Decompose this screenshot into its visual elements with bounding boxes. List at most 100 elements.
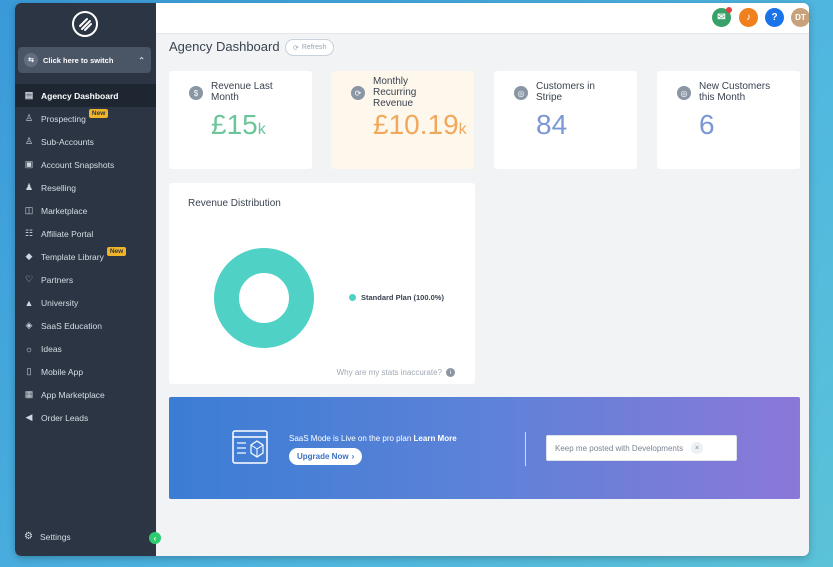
keep-posted-label: Keep me posted with Developments <box>555 443 684 453</box>
sidebar-item-prospecting[interactable]: ♙ Prospecting New <box>15 107 156 130</box>
close-icon[interactable]: × <box>691 442 704 454</box>
stat-number: £10.19 <box>373 109 459 140</box>
sidebar-item-saas-education[interactable]: ◈ SaaS Education <box>15 314 156 337</box>
sidebar-item-order-leads[interactable]: ◀ Order Leads <box>15 406 156 429</box>
notifications-button[interactable]: ♪ <box>739 8 758 27</box>
banner-message: SaaS Mode is Live on the pro plan Learn … <box>289 434 457 443</box>
users-icon: ☷ <box>24 228 34 238</box>
avatar[interactable]: DT <box>791 8 809 27</box>
user-icon: ♙ <box>24 136 34 146</box>
bell-icon: ♪ <box>746 12 751 23</box>
sidebar-item-reselling[interactable]: ♟ Reselling <box>15 176 156 199</box>
app-window: ⇆ Click here to switch ⌃ ▤ Agency Dashboa… <box>15 3 809 556</box>
stat-value: 6 <box>699 109 715 141</box>
sidebar-item-label: Order Leads <box>41 412 89 423</box>
help-button[interactable]: ? <box>765 8 784 27</box>
chart-legend: Standard Plan (100.0%) <box>349 293 444 302</box>
stat-card-mrr: ⟳ Monthly Recurring Revenue £10.19k <box>331 71 474 169</box>
stat-number: £15 <box>211 109 258 140</box>
stat-label: Customers in Stripe <box>536 81 595 103</box>
sidebar-item-ideas[interactable]: ☼ Ideas <box>15 337 156 360</box>
sidebar-item-university[interactable]: ▲ University <box>15 291 156 314</box>
megaphone-icon: ◀ <box>25 412 33 422</box>
sidebar-item-label: University <box>41 297 79 308</box>
saas-mode-banner: SaaS Mode is Live on the pro plan Learn … <box>169 397 800 499</box>
avatar-initials: DT <box>795 13 806 22</box>
sidebar-item-affiliate-portal[interactable]: ☷ Affiliate Portal <box>15 222 156 245</box>
grid-icon: ▦ <box>24 389 34 399</box>
sidebar-item-partners[interactable]: ♡ Partners <box>15 268 156 291</box>
sidebar-item-marketplace[interactable]: ◫ Marketplace <box>15 199 156 222</box>
logo[interactable] <box>72 11 98 37</box>
reselling-icon: ♟ <box>24 182 34 192</box>
sidebar-item-label: Reselling <box>41 182 76 193</box>
stat-number: 6 <box>699 109 715 140</box>
new-badge: New <box>106 247 127 256</box>
stat-unit: k <box>257 121 266 138</box>
info-icon: i <box>446 368 455 377</box>
bag-icon: ◫ <box>24 205 34 215</box>
settings-label: Settings <box>39 531 71 542</box>
legend-label: Standard Plan (100.0%) <box>361 293 444 302</box>
refresh-icon: ⟳ <box>293 44 299 52</box>
stat-unit: k <box>458 121 467 138</box>
stat-card-new-customers: ◎ New Customers this Month 6 <box>657 71 800 169</box>
graduation-cap-icon: ▲ <box>24 297 34 308</box>
keep-posted-button[interactable]: Keep me posted with Developments × <box>546 435 737 461</box>
gear-icon: ⚙ <box>24 531 33 542</box>
sidebar-item-label: Affiliate Portal <box>41 228 94 239</box>
sidebar-item-account-snapshots[interactable]: ▣ Account Snapshots <box>15 153 156 176</box>
new-badge: New <box>88 109 109 118</box>
chevron-updown-icon: ⌃ <box>138 55 145 65</box>
stat-card-revenue-last-month: $ Revenue Last Month £15k <box>169 71 312 169</box>
banner-divider <box>525 432 526 466</box>
sidebar-item-label: Mobile App <box>41 366 84 377</box>
switch-icon: ⇆ <box>24 53 38 67</box>
account-switcher[interactable]: ⇆ Click here to switch ⌃ <box>18 47 151 73</box>
stat-card-customers-stripe: ◎ Customers in Stripe 84 <box>494 71 637 169</box>
learn-more-link[interactable]: Learn More <box>414 434 457 443</box>
stats-link-label: Why are my stats inaccurate? <box>336 368 442 377</box>
stat-value: £10.19k <box>373 109 467 141</box>
dashboard-icon: ▤ <box>24 90 34 100</box>
recurring-icon: ⟳ <box>351 86 365 100</box>
stat-value: £15k <box>211 109 266 141</box>
sidebar-item-label: Ideas <box>41 343 62 354</box>
stat-label: Monthly Recurring Revenue <box>373 76 417 109</box>
chevron-left-icon: ‹ <box>153 533 157 543</box>
upgrade-now-button[interactable]: Upgrade Now › <box>289 448 363 465</box>
sidebar-item-agency-dashboard[interactable]: ▤ Agency Dashboard <box>15 84 156 107</box>
upgrade-label: Upgrade Now <box>297 452 349 461</box>
chevron-right-icon: › <box>351 452 355 461</box>
prospecting-icon: ♙ <box>24 113 34 123</box>
dashboard-illustration-icon <box>232 430 268 464</box>
refresh-button[interactable]: ⟳ Refresh <box>285 39 335 56</box>
help-icon: ? <box>771 12 778 23</box>
stripe-customer-icon: ◎ <box>514 86 528 100</box>
box-icon: ◈ <box>25 320 33 330</box>
stats-inaccurate-link[interactable]: Why are my stats inaccurate? i <box>337 368 455 377</box>
stat-label: New Customers this Month <box>699 81 771 103</box>
sidebar-item-label: Agency Dashboard <box>41 90 119 101</box>
sidebar-item-template-library[interactable]: ◆ Template Library New <box>15 245 156 268</box>
sidebar-item-settings[interactable]: ⚙ Settings <box>24 531 71 542</box>
legend-swatch <box>349 294 356 301</box>
new-customer-icon: ◎ <box>677 86 691 100</box>
sidebar-item-app-marketplace[interactable]: ▦ App Marketplace <box>15 383 156 406</box>
unread-dot <box>726 7 732 13</box>
stat-value: 84 <box>536 109 567 141</box>
announcements-button[interactable]: ✉ <box>712 7 732 27</box>
sidebar-item-label: App Marketplace <box>41 389 105 400</box>
handshake-icon: ♡ <box>24 274 34 284</box>
dollar-icon: $ <box>189 86 203 100</box>
pie-slice-standard-plan[interactable] <box>214 248 314 348</box>
sidebar-item-label: Template Library <box>41 251 104 262</box>
collapse-sidebar-button[interactable]: ‹ <box>149 532 161 544</box>
sidebar-item-label: SaaS Education <box>41 320 102 331</box>
sidebar-item-label: Prospecting <box>41 113 86 124</box>
sidebar-item-label: Account Snapshots <box>41 159 115 170</box>
sidebar-item-sub-accounts[interactable]: ♙ Sub-Accounts <box>15 130 156 153</box>
revenue-donut-chart <box>214 248 314 348</box>
stat-number: 84 <box>536 109 568 140</box>
sidebar-item-mobile-app[interactable]: ▯ Mobile App <box>15 360 156 383</box>
